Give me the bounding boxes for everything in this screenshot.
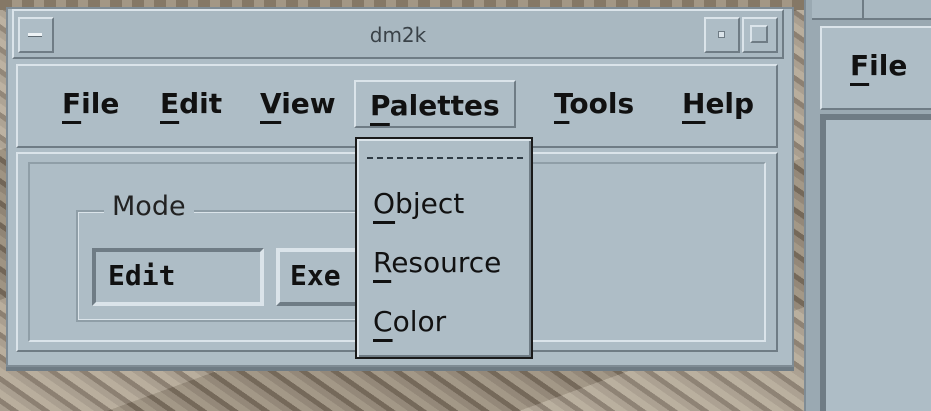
menu-help-label: elp: [705, 87, 755, 120]
minimize-icon: [718, 31, 725, 38]
object-mnemonic: O: [373, 187, 396, 220]
second-file-label: ile: [869, 49, 908, 82]
palettes-resource-item[interactable]: Resource: [373, 246, 501, 280]
maximize-button[interactable]: [742, 17, 778, 53]
mode-edit-button[interactable]: Edit: [92, 248, 264, 306]
menu-palettes-mnemonic: P: [370, 89, 390, 122]
resource-label: esource: [391, 246, 502, 279]
menu-view[interactable]: View: [246, 80, 350, 128]
second-window-menu-file[interactable]: File: [850, 46, 907, 86]
menu-edit-label: dit: [179, 87, 223, 120]
menu-help-mnemonic: H: [682, 87, 706, 120]
window-title: dm2k: [369, 23, 427, 47]
color-label: olor: [392, 305, 447, 338]
menu-help[interactable]: Help: [668, 80, 768, 128]
titlebar-divider: [862, 0, 864, 20]
palettes-color-item[interactable]: Color: [373, 305, 446, 339]
menu-file-mnemonic: F: [62, 87, 82, 120]
menu-palettes[interactable]: Palettes: [354, 80, 516, 128]
menu-edit[interactable]: Edit: [146, 80, 236, 128]
menu-tools-label: ools: [569, 87, 635, 120]
window-bottom-edge: [6, 367, 794, 371]
menu-file-label: ile: [81, 87, 120, 120]
minimize-button[interactable]: [704, 17, 740, 53]
title-bar[interactable]: dm2k: [12, 9, 784, 59]
menu-tools-mnemonic: T: [554, 87, 570, 120]
second-file-mnemonic: F: [850, 49, 870, 82]
color-mnemonic: C: [373, 305, 393, 338]
menu-file[interactable]: File: [48, 80, 133, 128]
second-window-titlebar[interactable]: [812, 0, 931, 20]
palettes-dropdown: Object Resource Color: [355, 137, 533, 359]
maximize-icon: [750, 25, 768, 43]
resource-mnemonic: R: [373, 246, 392, 279]
menu-view-label: iew: [281, 87, 336, 120]
second-window: File: [804, 0, 931, 411]
menu-bar: File Edit View Palettes Tools Help: [16, 64, 778, 148]
second-window-menubar: File: [820, 26, 931, 110]
palettes-object-item[interactable]: Object: [373, 187, 464, 221]
tear-off-line[interactable]: [367, 157, 523, 159]
menu-tools[interactable]: Tools: [540, 80, 648, 128]
menu-palettes-label: alettes: [389, 89, 500, 122]
object-label: bject: [395, 187, 465, 220]
menu-view-mnemonic: V: [260, 87, 282, 120]
menu-edit-mnemonic: E: [160, 87, 180, 120]
second-window-body: [820, 114, 931, 411]
mode-label: Mode: [104, 192, 194, 222]
